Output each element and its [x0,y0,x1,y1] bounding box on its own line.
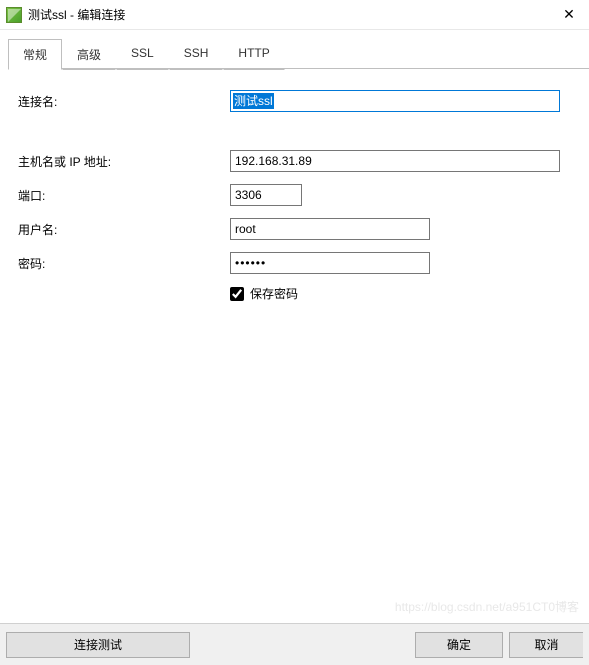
port-label: 端口: [18,187,230,204]
titlebar: 测试ssl - 编辑连接 ✕ [0,0,589,30]
save-password-label: 保存密码 [250,285,298,302]
cancel-button[interactable]: 取消 [509,632,583,658]
app-icon [6,7,22,23]
save-password-checkbox[interactable] [230,287,244,301]
tab-http[interactable]: HTTP [223,39,284,70]
port-input[interactable] [230,184,302,206]
watermark: https://blog.csdn.net/a951CT0博客 [395,598,579,615]
close-icon[interactable]: ✕ [549,0,589,30]
tab-general[interactable]: 常规 [8,39,62,70]
tab-bar: 常规 高级 SSL SSH HTTP [8,38,589,69]
host-label: 主机名或 IP 地址: [18,153,230,170]
connection-name-label: 连接名: [18,93,230,110]
password-input[interactable] [230,252,430,274]
password-label: 密码: [18,255,230,272]
footer: 连接测试 确定 取消 [0,623,589,665]
tab-advanced[interactable]: 高级 [62,39,116,70]
test-connection-button[interactable]: 连接测试 [6,632,190,658]
ok-button[interactable]: 确定 [415,632,503,658]
window-title: 测试ssl - 编辑连接 [28,6,125,23]
user-input[interactable] [230,218,430,240]
user-label: 用户名: [18,221,230,238]
connection-name-input[interactable] [230,90,560,112]
tab-ssl[interactable]: SSL [116,39,169,70]
tab-ssh[interactable]: SSH [169,39,224,70]
panel-general: 连接名: 测试ssl 主机名或 IP 地址: 端口: 用户名: 密码: 保存密码 [0,69,589,312]
host-input[interactable] [230,150,560,172]
